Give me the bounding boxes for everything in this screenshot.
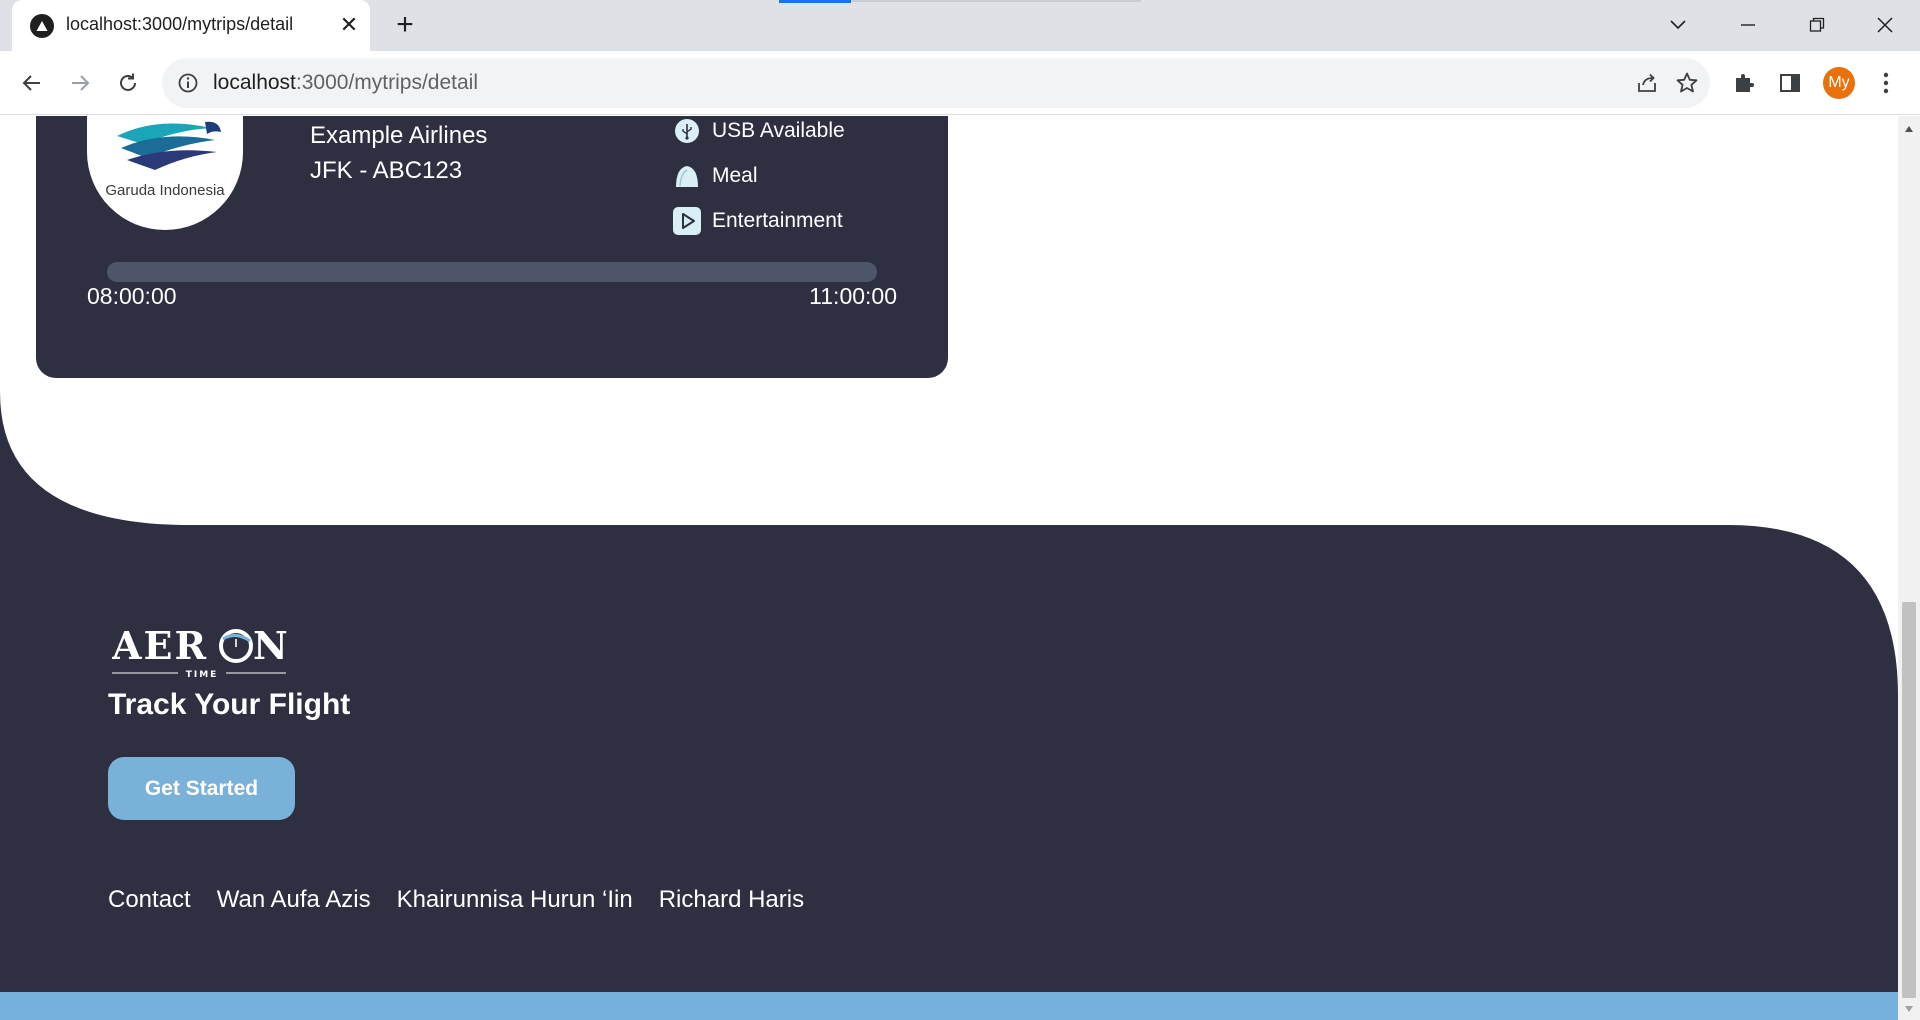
address-bar[interactable]: localhost:3000/mytrips/detail [162, 58, 1710, 108]
amenity-label: USB Available [712, 119, 845, 142]
new-tab-button[interactable]: + [388, 8, 422, 42]
footer-bottom-bar [0, 992, 1898, 1020]
scroll-up-arrow-icon[interactable] [1898, 120, 1920, 138]
scroll-down-arrow-icon[interactable] [1898, 1000, 1920, 1018]
svg-text:TIME: TIME [186, 670, 219, 680]
favicon-icon [30, 14, 54, 38]
url-text: localhost:3000/mytrips/detail [213, 71, 478, 95]
airline-logo-text: Garuda Indonesia [105, 182, 225, 199]
airline-name: Example Airlines [310, 122, 488, 149]
browser-tab[interactable]: localhost:3000/mytrips/detail ✕ [12, 0, 370, 51]
restore-button[interactable] [1797, 8, 1837, 42]
amenity-usb: USB Available [672, 116, 845, 146]
profile-avatar[interactable]: My [1823, 67, 1855, 99]
tab-search-chevron-icon[interactable] [1658, 8, 1698, 42]
back-arrow-icon[interactable] [14, 65, 50, 101]
site-info-icon[interactable] [176, 71, 200, 95]
url-host: localhost [213, 71, 296, 94]
minimize-button[interactable] [1728, 8, 1768, 42]
svg-text:N: N [253, 623, 288, 668]
share-icon[interactable] [1634, 70, 1660, 96]
tab-strip: localhost:3000/mytrips/detail ✕ + [0, 0, 1920, 51]
side-panel-icon[interactable] [1774, 67, 1806, 99]
forward-arrow-icon[interactable] [62, 65, 98, 101]
amenity-label: Entertainment [712, 209, 843, 232]
footer-tagline: Track Your Flight [108, 688, 351, 721]
arrival-time: 11:00:00 [809, 283, 897, 309]
extensions-puzzle-icon[interactable] [1728, 67, 1760, 99]
svg-text:AER: AER [112, 623, 208, 668]
garuda-bird-icon [117, 121, 221, 170]
get-started-button[interactable]: Get Started [108, 757, 295, 820]
flight-code: JFK - ABC123 [310, 157, 463, 184]
reload-icon[interactable] [110, 65, 146, 101]
footer-link-member[interactable]: Khairunnisa Hurun ‘Iin [397, 886, 633, 914]
close-tab-icon[interactable]: ✕ [336, 12, 362, 38]
tab-title: localhost:3000/mytrips/detail [66, 14, 294, 34]
browser-toolbar: localhost:3000/mytrips/detail My [0, 51, 1920, 115]
aeron-time-logo[interactable]: AER N TIME [112, 621, 292, 683]
airline-logo: Garuda Indonesia [87, 116, 243, 230]
close-window-button[interactable] [1865, 8, 1905, 42]
footer-link-member[interactable]: Richard Haris [659, 886, 804, 914]
footer-link-member[interactable]: Wan Aufa Azis [217, 886, 371, 914]
usb-icon [672, 116, 702, 146]
play-icon [672, 206, 702, 236]
flight-detail-card: Garuda Indonesia Example Airlines JFK - … [36, 116, 948, 378]
footer-links: Contact Wan Aufa Azis Khairunnisa Hurun … [108, 886, 804, 914]
departure-time: 08:00:00 [87, 283, 177, 309]
meal-icon [672, 161, 702, 191]
bookmark-star-icon[interactable] [1674, 70, 1700, 96]
amenity-meal: Meal [672, 161, 758, 191]
kebab-menu-icon[interactable] [1870, 67, 1902, 99]
page-viewport: Garuda Indonesia Example Airlines JFK - … [0, 116, 1898, 1020]
flight-progress-bar [107, 262, 877, 282]
tab-loading-indicator [779, 0, 851, 3]
url-path: :3000/mytrips/detail [295, 71, 478, 94]
amenity-entertainment: Entertainment [672, 206, 843, 236]
footer-link-contact[interactable]: Contact [108, 886, 191, 914]
scrollbar-thumb[interactable] [1902, 602, 1916, 998]
amenity-label: Meal [712, 164, 758, 187]
page-scrollbar[interactable] [1898, 116, 1920, 1020]
tab-divider [851, 0, 1141, 2]
